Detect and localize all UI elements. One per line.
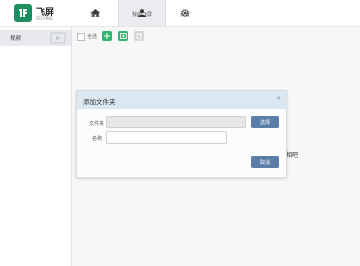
select-all-checkbox[interactable] [77, 33, 85, 41]
top-bar: 飞屏 FEI PING 首页 我的飞屏 设置 [0, 0, 360, 27]
name-label: 名称 [92, 136, 103, 142]
nav-settings[interactable]: 设置 [162, 0, 208, 26]
film-icon [50, 32, 66, 44]
choose-button[interactable]: 选择 [251, 116, 279, 128]
select-all-label: 全选 [87, 34, 98, 40]
dialog-title: 添加文件夹 [83, 98, 116, 106]
delete-button[interactable] [134, 31, 144, 41]
add-folder-dialog: 添加文件夹 × 文件夹 选择 名称 取消 [76, 90, 287, 178]
cancel-button[interactable]: 取消 [251, 156, 279, 168]
app-subtitle: FEI PING [36, 16, 53, 21]
add-folder-button[interactable] [118, 31, 128, 41]
toolbar: 全选 [72, 29, 360, 43]
folder-add-icon [119, 33, 127, 39]
nav-settings-label: 设置 [179, 11, 190, 18]
sidebar: 视频 [0, 27, 72, 266]
nav-my-feiping[interactable]: 我的飞屏 [118, 0, 166, 26]
folder-path-field[interactable] [106, 116, 246, 128]
dialog-header: 添加文件夹 × [77, 91, 286, 109]
sidebar-item-label: 视频 [10, 36, 22, 42]
trash-icon [136, 33, 142, 39]
sidebar-item-video[interactable]: 视频 [0, 30, 71, 46]
background-text: 相吧 [286, 152, 299, 159]
app-logo-icon [14, 4, 32, 22]
nav-home-label: 首页 [89, 11, 100, 18]
add-button[interactable] [102, 31, 112, 41]
name-field[interactable] [106, 131, 227, 144]
folder-label: 文件夹 [89, 121, 105, 127]
nav-my-feiping-label: 我的飞屏 [131, 11, 152, 18]
nav-home[interactable]: 首页 [72, 0, 118, 26]
close-icon[interactable]: × [276, 95, 281, 102]
plus-icon [104, 33, 110, 39]
